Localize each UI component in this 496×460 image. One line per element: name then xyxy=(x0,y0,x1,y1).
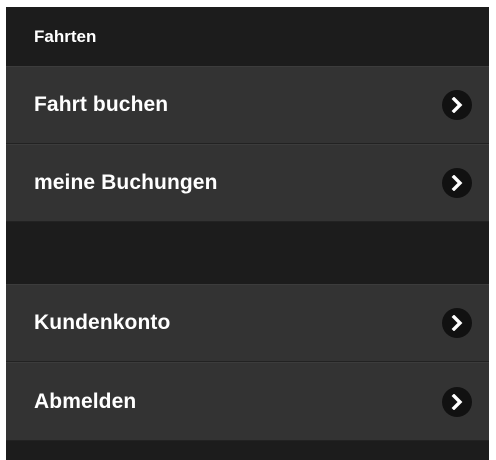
chevron-right-icon xyxy=(442,308,472,338)
group-header-title: Fahrten xyxy=(34,26,97,46)
menu-item-label: Fahrt buchen xyxy=(34,93,169,116)
chevron-right-icon xyxy=(442,386,472,417)
menu-item-abmelden[interactable]: Abmelden xyxy=(6,362,489,441)
chevron-right-icon xyxy=(442,168,472,198)
menu-group-divider xyxy=(6,222,489,284)
menu-item-fahrt-buchen[interactable]: Fahrt buchen xyxy=(6,66,489,144)
group-header-fahrten: Fahrten xyxy=(6,7,489,66)
chevron-right-icon xyxy=(442,90,472,120)
menu-item-kundenkonto[interactable]: Kundenkonto xyxy=(6,284,489,362)
navigation-menu: Fahrten Fahrt buchen meine Buchungen Kun… xyxy=(6,7,489,460)
menu-item-label: meine Buchungen xyxy=(34,171,218,194)
menu-item-label: Kundenkonto xyxy=(34,311,171,334)
menu-item-meine-buchungen[interactable]: meine Buchungen xyxy=(6,144,489,222)
menu-bottom-bar xyxy=(6,441,489,460)
menu-item-label: Abmelden xyxy=(34,389,137,413)
